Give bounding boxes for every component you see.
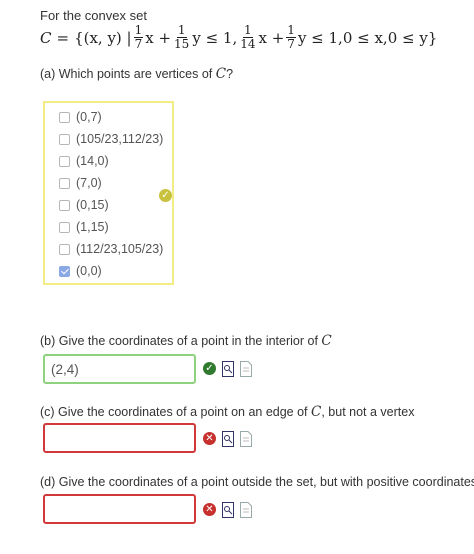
choice-2[interactable]: (14,0): [59, 154, 109, 168]
outside-point-input[interactable]: [43, 494, 196, 524]
term-3: x +: [258, 28, 285, 47]
frac-2: 1 15: [174, 23, 190, 51]
choice-7[interactable]: (0,0): [59, 264, 102, 278]
part-b-question: (b) Give the coordinates of a point in t…: [40, 333, 332, 349]
set-lhs: C: [40, 28, 52, 47]
choice-4[interactable]: (0,15): [59, 198, 109, 212]
set-eq: =: [56, 28, 70, 47]
choice-6[interactable]: (112/23,105/23): [59, 242, 163, 256]
partial-check-icon: ✓: [159, 189, 172, 202]
term-1: x +: [145, 28, 172, 47]
checkbox[interactable]: [59, 221, 70, 233]
edge-point-input[interactable]: [43, 423, 196, 453]
part-a-question: (a) Which points are vertices of C?: [40, 66, 234, 82]
part-c-question: (c) Give the coordinates of a point on a…: [40, 404, 415, 420]
x-mark-icon: ✕: [203, 432, 216, 445]
preview-icon[interactable]: [222, 502, 234, 518]
checkbox-checked[interactable]: [59, 265, 70, 277]
intro-text: For the convex set: [40, 8, 147, 23]
checkbox[interactable]: [59, 199, 70, 211]
part-d-question: (d) Give the coordinates of a point outs…: [40, 475, 474, 489]
preview-icon[interactable]: [222, 361, 234, 377]
checkbox[interactable]: [59, 133, 70, 145]
choice-5[interactable]: (1,15): [59, 220, 109, 234]
vertex-choices-box: (0,7) (105/23,112/23) (14,0) (7,0) (0,15…: [43, 101, 174, 285]
checkbox[interactable]: [59, 243, 70, 255]
checkbox[interactable]: [59, 177, 70, 189]
choice-3[interactable]: (7,0): [59, 176, 102, 190]
frac-4: 17: [286, 23, 296, 51]
checkmark-icon: ✓: [203, 362, 216, 375]
x-mark-icon: ✕: [203, 503, 216, 516]
checkbox[interactable]: [59, 155, 70, 167]
set-open: {(x, y) |: [74, 28, 132, 47]
interior-point-input[interactable]: (2,4): [43, 354, 196, 384]
choice-1[interactable]: (105/23,112/23): [59, 132, 163, 146]
term-2: y ≤ 1,: [192, 28, 238, 47]
preview-icon[interactable]: [222, 431, 234, 447]
choice-0[interactable]: (0,7): [59, 110, 102, 124]
frac-1: 17: [133, 23, 144, 51]
set-definition: C = {(x, y) | 17 x + 1 15 y ≤ 1, 1 14 x + …: [40, 24, 437, 51]
help-doc-icon[interactable]: [240, 361, 252, 377]
frac-3: 1 14: [240, 23, 256, 51]
help-doc-icon[interactable]: [240, 502, 252, 518]
checkbox[interactable]: [59, 111, 70, 123]
term-4: y ≤ 1,0 ≤ x,0 ≤ y}: [297, 28, 438, 47]
help-doc-icon[interactable]: [240, 431, 252, 447]
